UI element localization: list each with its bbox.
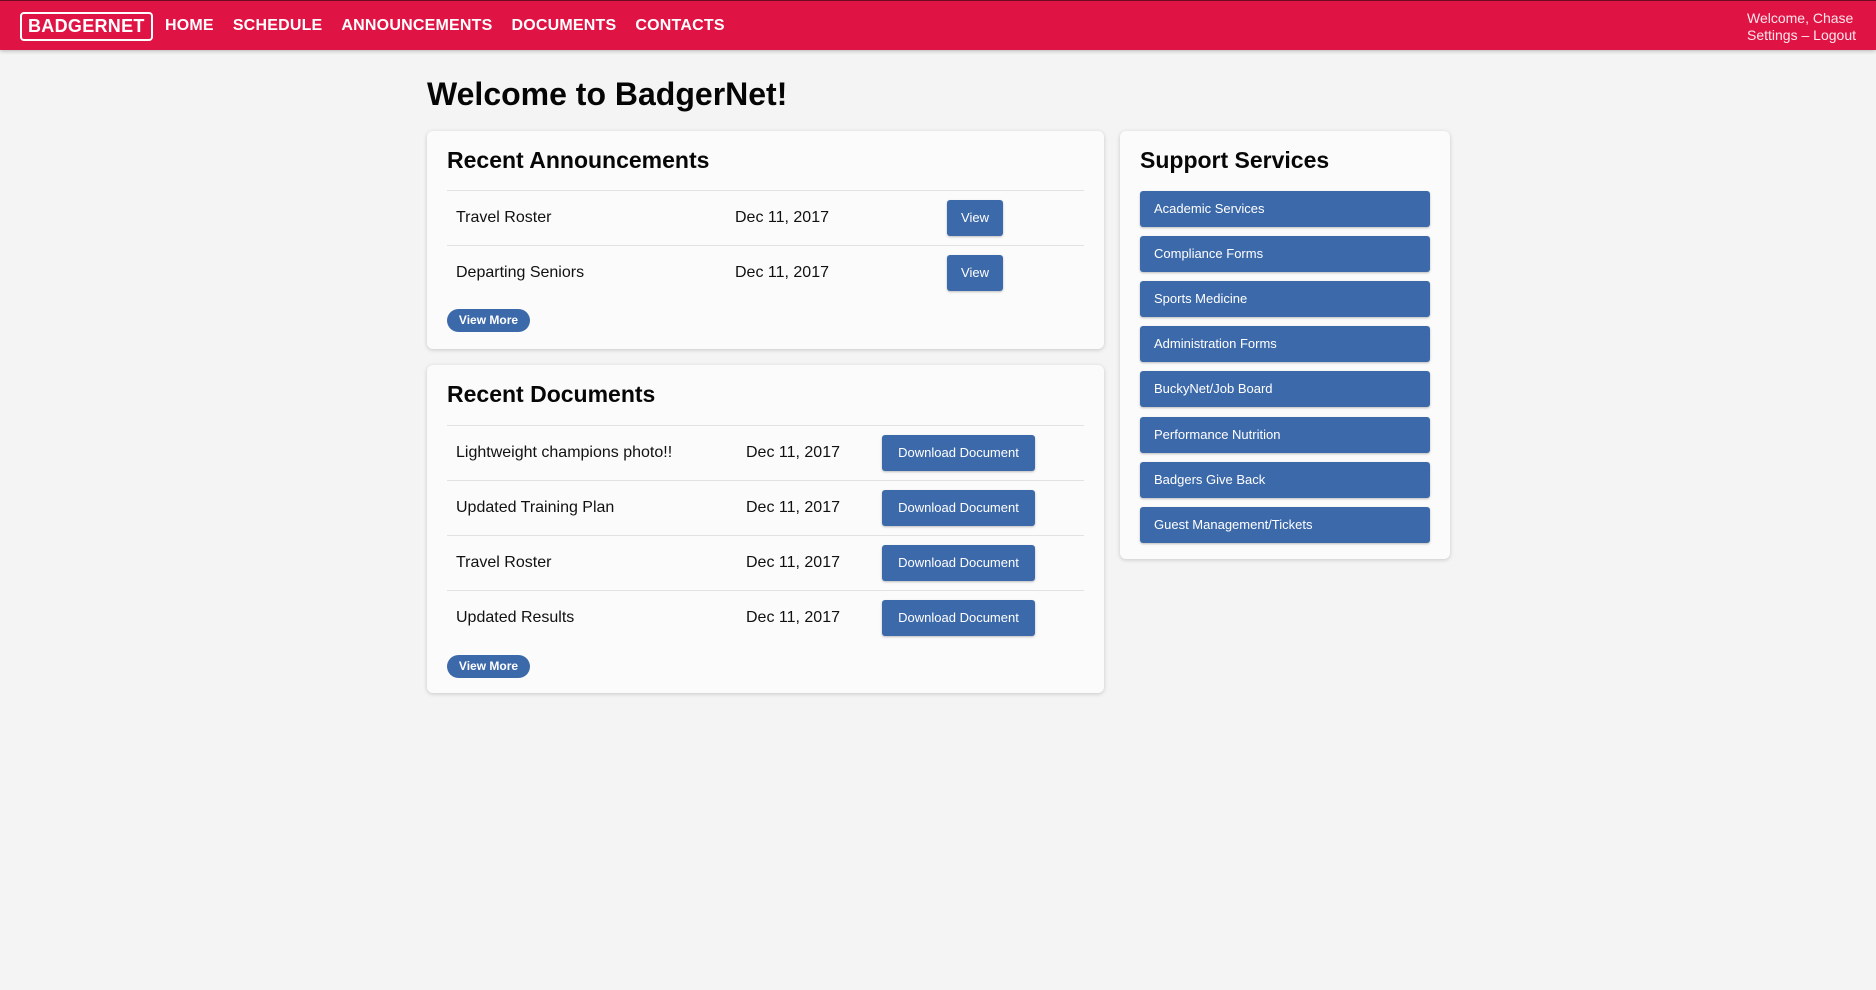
compliance-forms-button[interactable]: Compliance Forms bbox=[1140, 236, 1430, 272]
document-date: Dec 11, 2017 bbox=[746, 554, 840, 571]
performance-nutrition-button[interactable]: Performance Nutrition bbox=[1140, 417, 1430, 453]
nav-schedule[interactable]: SCHEDULE bbox=[233, 17, 323, 35]
academic-services-button[interactable]: Academic Services bbox=[1140, 191, 1430, 227]
download-document-button[interactable]: Download Document bbox=[882, 600, 1035, 636]
main-nav: HOME SCHEDULE ANNOUNCEMENTS DOCUMENTS CO… bbox=[165, 1, 744, 51]
download-document-button[interactable]: Download Document bbox=[882, 545, 1035, 581]
support-services-title: Support Services bbox=[1140, 147, 1330, 173]
table-row: Lightweight champions photo!! Dec 11, 20… bbox=[447, 425, 1084, 480]
nav-contacts[interactable]: CONTACTS bbox=[635, 17, 724, 35]
documents-title: Recent Documents bbox=[447, 381, 656, 407]
sports-medicine-button[interactable]: Sports Medicine bbox=[1140, 281, 1430, 317]
document-name: Travel Roster bbox=[456, 554, 552, 571]
download-document-button[interactable]: Download Document bbox=[882, 435, 1035, 471]
document-date: Dec 11, 2017 bbox=[746, 444, 840, 461]
document-date: Dec 11, 2017 bbox=[746, 499, 840, 516]
announcement-name: Travel Roster bbox=[456, 209, 552, 226]
view-button[interactable]: View bbox=[947, 200, 1003, 236]
announcement-name: Departing Seniors bbox=[456, 264, 585, 281]
announcements-card: Recent Announcements Travel Roster Dec 1… bbox=[427, 131, 1104, 349]
user-menu: Welcome, Chase Settings – Logout bbox=[1747, 10, 1856, 44]
table-row: Travel Roster Dec 11, 2017 Download Docu… bbox=[447, 535, 1084, 590]
announcements-view-more-button[interactable]: View More bbox=[447, 309, 530, 332]
table-row: Updated Training Plan Dec 11, 2017 Downl… bbox=[447, 480, 1084, 535]
documents-card: Recent Documents Lightweight champions p… bbox=[427, 365, 1104, 693]
document-date: Dec 11, 2017 bbox=[746, 609, 840, 626]
top-navigation-bar: BADGERNET HOME SCHEDULE ANNOUNCEMENTS DO… bbox=[0, 0, 1876, 50]
announcements-table: Travel Roster Dec 11, 2017 View Departin… bbox=[447, 190, 1084, 300]
document-name: Updated Training Plan bbox=[456, 499, 615, 516]
announcement-date: Dec 11, 2017 bbox=[735, 264, 829, 281]
download-document-button[interactable]: Download Document bbox=[882, 490, 1035, 526]
buckynet-job-board-button[interactable]: BuckyNet/Job Board bbox=[1140, 371, 1430, 407]
document-name: Updated Results bbox=[456, 609, 575, 626]
documents-table: Lightweight champions photo!! Dec 11, 20… bbox=[447, 425, 1084, 645]
announcements-title: Recent Announcements bbox=[447, 147, 710, 173]
settings-link[interactable]: Settings bbox=[1747, 27, 1798, 43]
guest-management-tickets-button[interactable]: Guest Management/Tickets bbox=[1140, 507, 1430, 543]
page-title: Welcome to BadgerNet! bbox=[427, 76, 788, 112]
table-row: Updated Results Dec 11, 2017 Download Do… bbox=[447, 590, 1084, 645]
table-row: Travel Roster Dec 11, 2017 View bbox=[447, 190, 1084, 245]
documents-view-more-button[interactable]: View More bbox=[447, 655, 530, 678]
link-separator: – bbox=[1801, 27, 1810, 43]
announcement-date: Dec 11, 2017 bbox=[735, 209, 829, 226]
table-row: Departing Seniors Dec 11, 2017 View bbox=[447, 245, 1084, 300]
view-button[interactable]: View bbox=[947, 255, 1003, 291]
badgers-give-back-button[interactable]: Badgers Give Back bbox=[1140, 462, 1430, 498]
logout-link[interactable]: Logout bbox=[1813, 27, 1856, 43]
document-name: Lightweight champions photo!! bbox=[456, 444, 673, 461]
nav-announcements[interactable]: ANNOUNCEMENTS bbox=[341, 17, 492, 35]
support-services-card: Support Services Academic Services Compl… bbox=[1120, 131, 1450, 559]
nav-home[interactable]: HOME bbox=[165, 17, 214, 35]
nav-documents[interactable]: DOCUMENTS bbox=[511, 17, 616, 35]
brand-logo[interactable]: BADGERNET bbox=[20, 12, 153, 41]
account-links: Settings – Logout bbox=[1747, 27, 1856, 44]
welcome-text: Welcome, Chase bbox=[1747, 10, 1854, 26]
administration-forms-button[interactable]: Administration Forms bbox=[1140, 326, 1430, 362]
